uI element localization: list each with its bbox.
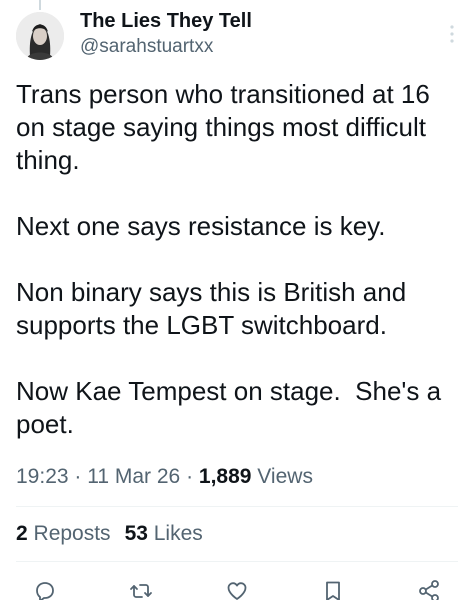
tweet-text: Trans person who transitioned at 16 on s… <box>16 79 442 439</box>
tweet-date[interactable]: 11 Mar 26 <box>87 465 180 488</box>
share-button[interactable] <box>416 578 442 600</box>
repost-icon <box>130 584 152 598</box>
views-count[interactable]: 1,889 <box>199 465 252 488</box>
share-icon <box>419 580 439 600</box>
author-display-name[interactable]: The Lies They Tell <box>80 8 252 34</box>
author-block: The Lies They Tell @sarahstuartxx <box>80 8 252 60</box>
divider <box>16 506 458 507</box>
reply-button[interactable] <box>32 578 58 600</box>
reply-icon <box>36 582 54 600</box>
action-bar <box>0 572 474 600</box>
meta-separator: · <box>68 465 88 488</box>
avatar[interactable] <box>16 12 64 60</box>
bookmark-button[interactable] <box>320 578 346 600</box>
reposts-stat[interactable]: 2 Reposts <box>16 520 111 548</box>
likes-label: Likes <box>147 522 203 545</box>
bookmark-icon <box>326 581 340 600</box>
like-button[interactable] <box>224 578 250 600</box>
more-vertical-icon <box>450 25 454 43</box>
tweet-meta: 19:23 · 11 Mar 26 · 1,889 Views <box>16 463 313 491</box>
likes-stat[interactable]: 53 Likes <box>125 520 203 548</box>
avatar-image <box>16 12 64 60</box>
likes-count: 53 <box>124 522 148 545</box>
more-options-button[interactable] <box>442 20 462 48</box>
divider <box>16 561 458 562</box>
tweet-detail: The Lies They Tell @sarahstuartxx Trans … <box>0 0 474 600</box>
repost-button[interactable] <box>128 578 154 600</box>
reposts-count: 2 <box>16 522 28 545</box>
reposts-label: Reposts <box>27 522 111 545</box>
engagement-stats: 2 Reposts 53 Likes <box>16 520 217 548</box>
tweet-time[interactable]: 19:23 <box>16 465 69 488</box>
author-handle[interactable]: @sarahstuartxx <box>80 34 252 60</box>
meta-separator: · <box>180 465 199 488</box>
heart-icon <box>227 582 247 600</box>
tweet-header: The Lies They Tell @sarahstuartxx <box>16 6 458 62</box>
views-label[interactable]: Views <box>251 465 313 488</box>
